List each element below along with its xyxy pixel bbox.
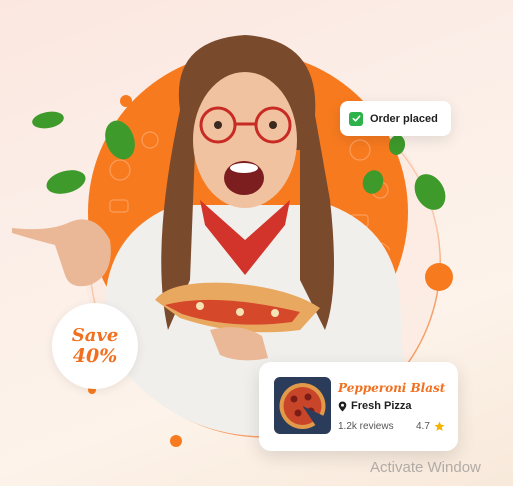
product-rating: 4.7 [416, 421, 445, 432]
discount-badge-line2: 40% [72, 345, 118, 367]
product-card[interactable]: Pepperoni Blast Fresh Pizza 1.2k reviews… [259, 362, 458, 451]
orbit-dot-large [425, 263, 453, 291]
check-icon [349, 111, 363, 126]
product-reviews: 1.2k reviews [338, 421, 394, 432]
star-icon [434, 421, 445, 431]
basil-leaf-icon [32, 111, 64, 129]
order-status-label: Order placed [370, 112, 438, 125]
product-location-text: Fresh Pizza [351, 400, 412, 412]
order-status-card: Order placed [340, 101, 451, 136]
os-activation-watermark: Activate Window [370, 459, 481, 476]
location-pin-icon [338, 401, 347, 411]
product-location: Fresh Pizza [338, 400, 412, 412]
product-thumbnail [274, 377, 331, 434]
orbit-dot [120, 95, 132, 107]
orbit-dot [170, 435, 182, 447]
pizza-icon [279, 383, 326, 429]
orbit-dot [323, 75, 333, 85]
product-name: Pepperoni Blast [338, 381, 446, 395]
discount-badge-line1: Save [71, 325, 119, 346]
basil-leaf-icon [46, 170, 86, 194]
discount-badge: Save 40% [52, 303, 138, 389]
product-rating-value: 4.7 [416, 421, 430, 432]
pointing-hand [12, 219, 111, 287]
